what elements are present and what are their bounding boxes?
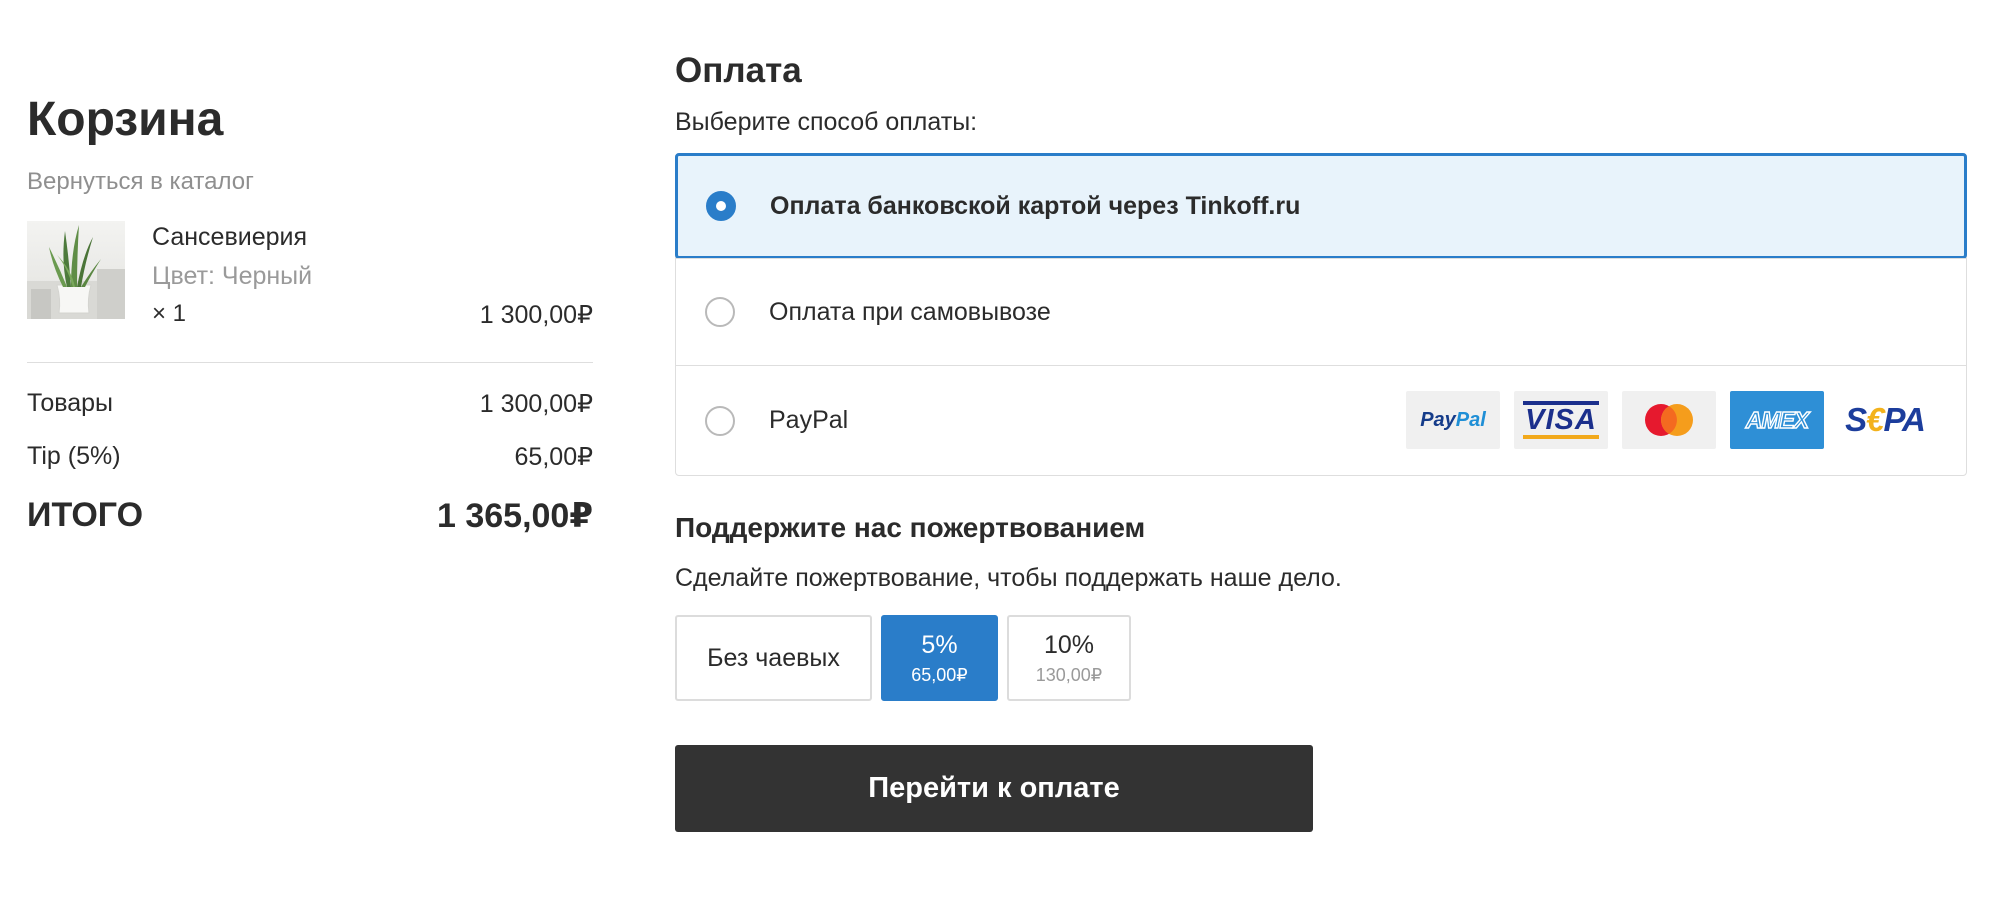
tip-option-label: 5% (921, 630, 958, 659)
plant-thumbnail-icon[interactable] (27, 221, 125, 319)
summary-total-value: 1 365,00₽ (436, 497, 593, 535)
tip-option-label: Без чаевых (707, 643, 840, 672)
tip-option-none[interactable]: Без чаевых (675, 615, 872, 701)
payment-method-label: Оплата при самовывозе (769, 297, 1051, 326)
payment-title: Оплата (675, 51, 802, 90)
payment-method-pickup[interactable]: Оплата при самовывозе (676, 258, 1966, 365)
back-to-catalog-link[interactable]: Вернуться в каталог (27, 168, 254, 196)
summary-total-row: ИТОГО 1 365,00₽ (27, 496, 593, 536)
payment-method-label: Оплата банковской картой через Tinkoff.r… (770, 191, 1301, 220)
visa-logo-icon: VISA (1514, 391, 1608, 449)
tip-options: Без чаевых 5% 65,00₽ 10% 130,00₽ (675, 615, 1967, 701)
payment-methods-list: Оплата банковской картой через Tinkoff.r… (675, 153, 1967, 476)
tip-option-label: 10% (1043, 630, 1095, 659)
tip-option-10-percent[interactable]: 10% 130,00₽ (1007, 615, 1131, 701)
cart-divider (27, 362, 593, 363)
payment-method-paypal[interactable]: PayPal PayPal VISA AMEX S€PA (676, 365, 1966, 475)
summary-tip-row: Tip (5%) 65,00₽ (27, 442, 593, 472)
radio-button[interactable] (705, 405, 735, 436)
cart-item: Сансевиерия Цвет: Черный × 1 1 300,00₽ (27, 221, 593, 329)
sepa-logo-euro: € (1866, 401, 1884, 438)
sepa-logo-icon: S€PA (1838, 391, 1932, 449)
sepa-logo-pa: PA (1883, 401, 1925, 438)
payment-subtitle: Выберите способ оплаты: (675, 108, 978, 136)
radio-button[interactable] (705, 297, 735, 327)
radio-button-checked[interactable] (706, 191, 736, 221)
payment-logos: PayPal VISA AMEX S€PA (1392, 391, 1932, 449)
cart-panel: Корзина Вернуться в каталог Сансевиерия … (27, 92, 593, 536)
amex-logo-icon: AMEX (1730, 391, 1824, 449)
paypal-logo-pay: Pay (1420, 408, 1456, 431)
summary-total-label: ИТОГО (27, 496, 144, 534)
item-quantity: × 1 (152, 300, 187, 327)
payment-method-tinkoff[interactable]: Оплата банковской картой через Tinkoff.r… (675, 153, 1967, 259)
proceed-to-payment-button[interactable]: Перейти к оплате (675, 745, 1313, 832)
tip-option-amount: 65,00₽ (911, 664, 968, 685)
payment-method-label: PayPal (769, 406, 849, 434)
item-variant: Цвет: Черный (152, 262, 313, 290)
item-name: Сансевиерия (152, 223, 308, 251)
visa-logo-text: VISA (1525, 404, 1597, 436)
summary-goods-value: 1 300,00₽ (479, 390, 593, 418)
tip-option-amount: 130,00₽ (1035, 664, 1103, 685)
amex-logo-text: AMEX (1745, 406, 1810, 433)
mastercard-logo-icon (1622, 391, 1716, 449)
paypal-logo-pal: Pal (1455, 408, 1486, 431)
payment-panel: Оплата Выберите способ оплаты: Оплата ба… (675, 50, 1967, 832)
plant-image (27, 225, 125, 319)
cart-title: Корзина (27, 93, 224, 146)
donation-subtitle: Сделайте пожертвование, чтобы поддержать… (675, 564, 1342, 592)
summary-goods-label: Товары (27, 389, 113, 417)
donation-title: Поддержите нас пожертвованием (675, 512, 1146, 543)
tip-option-5-percent[interactable]: 5% 65,00₽ (881, 615, 998, 701)
summary-goods-row: Товары 1 300,00₽ (27, 389, 593, 419)
summary-tip-label: Tip (5%) (27, 442, 121, 470)
item-price: 1 300,00₽ (479, 301, 593, 329)
summary-tip-value: 65,00₽ (514, 443, 593, 471)
sepa-logo-s: S (1845, 401, 1867, 438)
paypal-logo-icon: PayPal (1406, 391, 1500, 449)
